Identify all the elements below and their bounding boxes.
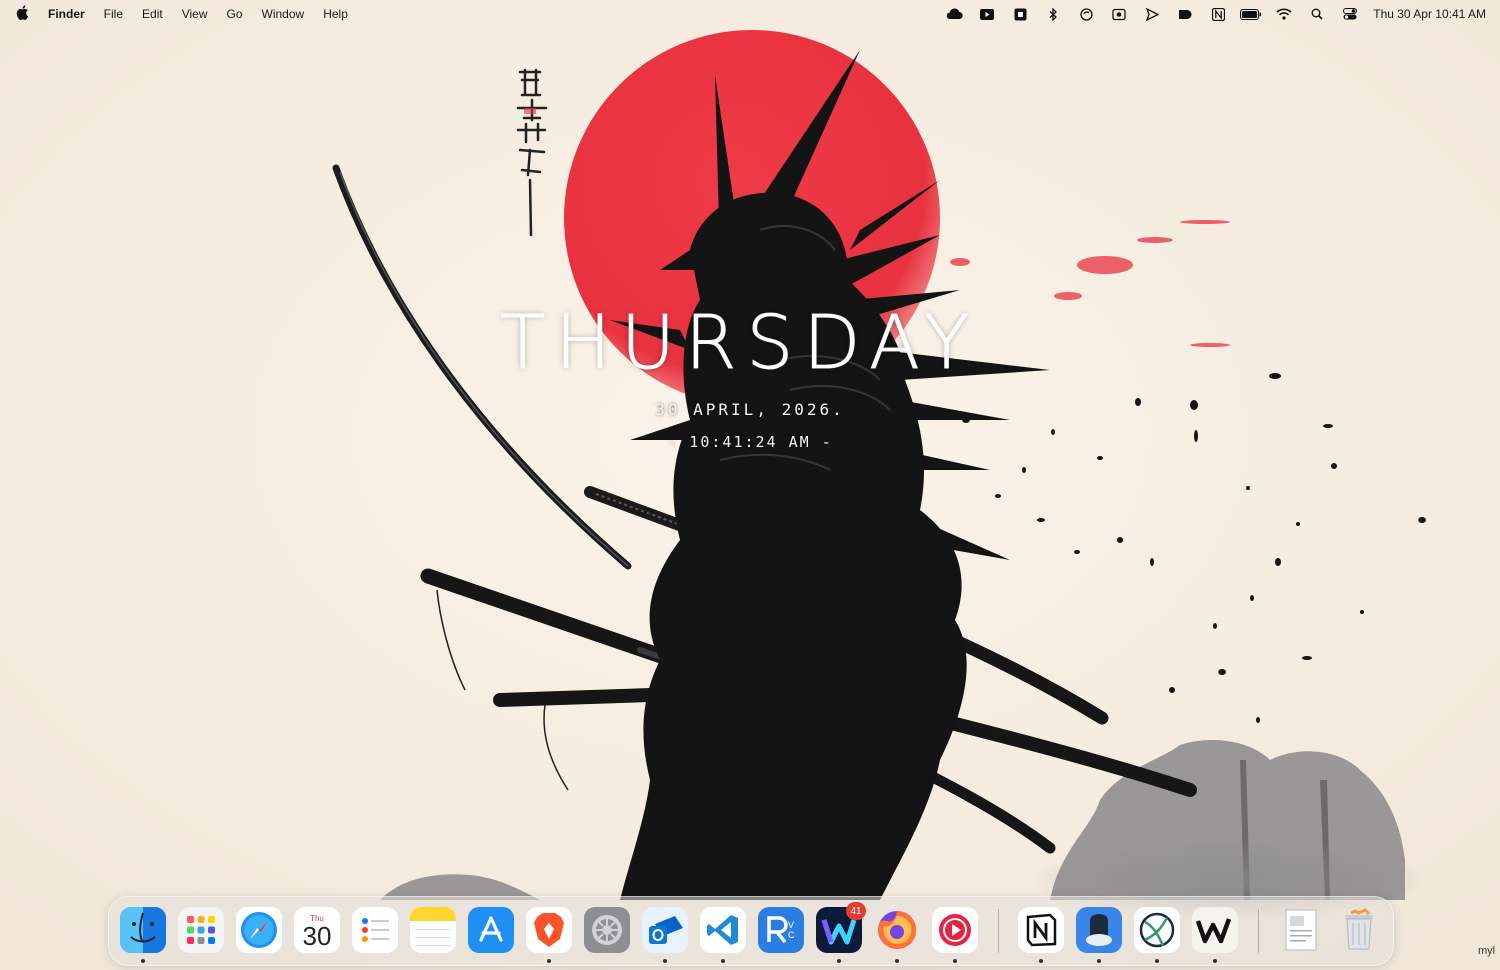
battery-icon[interactable] bbox=[1240, 0, 1262, 28]
launchpad-icon[interactable] bbox=[178, 907, 224, 953]
documents-icon[interactable] bbox=[1278, 907, 1324, 953]
cast-icon[interactable] bbox=[932, 907, 978, 953]
desktop-wallpaper bbox=[0, 0, 1500, 970]
menu-app-name[interactable]: Finder bbox=[48, 7, 85, 21]
notion-icon[interactable] bbox=[1207, 0, 1229, 28]
menu-file[interactable]: File bbox=[104, 7, 123, 21]
running-indicator bbox=[547, 959, 551, 963]
safari-icon[interactable] bbox=[236, 907, 282, 953]
date-label: 30 APRIL, 2026. bbox=[655, 400, 845, 419]
calendar-day: 30 bbox=[302, 921, 332, 951]
drive-icon[interactable] bbox=[1174, 0, 1196, 28]
running-indicator bbox=[953, 959, 957, 963]
writer-icon[interactable] bbox=[1192, 907, 1238, 953]
firefox-icon[interactable] bbox=[874, 907, 920, 953]
control-center-icon[interactable] bbox=[1339, 0, 1361, 28]
youtube-icon[interactable] bbox=[976, 0, 998, 28]
menu-window[interactable]: Window bbox=[262, 7, 305, 21]
vscode-icon[interactable] bbox=[700, 907, 746, 953]
reminders-icon[interactable] bbox=[352, 907, 398, 953]
running-indicator bbox=[663, 959, 667, 963]
running-indicator bbox=[721, 959, 725, 963]
bluetooth-icon[interactable] bbox=[1042, 0, 1064, 28]
cloud-icon[interactable] bbox=[943, 0, 965, 28]
search-icon[interactable] bbox=[1306, 0, 1328, 28]
container-icon[interactable] bbox=[1076, 907, 1122, 953]
screen-capture-icon[interactable] bbox=[1009, 0, 1031, 28]
network-icon[interactable] bbox=[1134, 907, 1180, 953]
notion-icon[interactable] bbox=[1018, 907, 1064, 953]
apple-menu-icon[interactable] bbox=[16, 5, 29, 23]
menu-go[interactable]: Go bbox=[227, 7, 243, 21]
menu-bar: Finder File Edit View Go Window Help Thu… bbox=[0, 0, 1500, 28]
menu-help[interactable]: Help bbox=[323, 7, 348, 21]
dock: Thu 30 VC bbox=[108, 896, 1394, 966]
time-label: - 10:41:24 AM - bbox=[667, 433, 833, 451]
running-indicator bbox=[1039, 959, 1043, 963]
dock-separator bbox=[1258, 909, 1259, 953]
app-store-icon[interactable] bbox=[468, 907, 514, 953]
settings-icon[interactable] bbox=[584, 907, 630, 953]
wifi-icon[interactable] bbox=[1273, 0, 1295, 28]
menubar-clock[interactable]: Thu 30 Apr 10:41 AM bbox=[1373, 7, 1486, 21]
corner-text: myl bbox=[1478, 945, 1496, 957]
running-indicator bbox=[141, 959, 145, 963]
notes-icon[interactable] bbox=[410, 907, 456, 953]
running-indicator bbox=[837, 959, 841, 963]
finder-icon[interactable] bbox=[120, 907, 166, 953]
vnc-icon[interactable]: VC bbox=[758, 907, 804, 953]
send-icon[interactable] bbox=[1141, 0, 1163, 28]
menu-view[interactable]: View bbox=[182, 7, 208, 21]
running-indicator bbox=[1213, 959, 1217, 963]
running-indicator bbox=[1097, 959, 1101, 963]
calendar-icon[interactable]: Thu 30 bbox=[294, 907, 340, 953]
svg-text:C: C bbox=[788, 930, 795, 940]
svg-text:V: V bbox=[788, 920, 794, 930]
brave-icon[interactable] bbox=[526, 907, 572, 953]
menu-edit[interactable]: Edit bbox=[142, 7, 163, 21]
running-indicator bbox=[895, 959, 899, 963]
weekday-label: THURSDAY bbox=[500, 300, 980, 387]
sync-icon[interactable] bbox=[1075, 0, 1097, 28]
outlook-icon[interactable] bbox=[642, 907, 688, 953]
dock-separator bbox=[998, 909, 999, 953]
running-indicator bbox=[1155, 959, 1159, 963]
notification-badge: 41 bbox=[846, 902, 866, 920]
cube-icon[interactable] bbox=[1108, 0, 1130, 28]
trash-icon[interactable] bbox=[1336, 907, 1382, 953]
